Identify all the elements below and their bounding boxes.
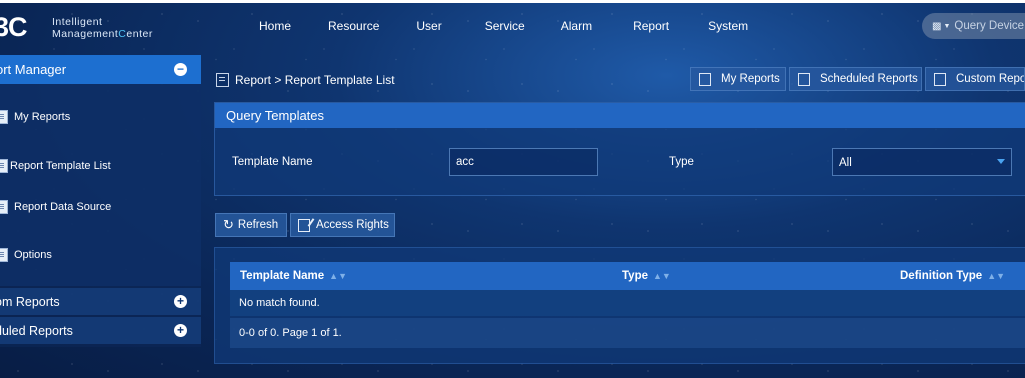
refresh-button[interactable]: ↻ Refresh <box>215 213 287 237</box>
sidebar-group-custom-reports[interactable]: om Reports + <box>0 288 201 315</box>
nav-alarm[interactable]: Alarm <box>561 3 592 47</box>
sidebar-item-label: Options <box>14 249 52 261</box>
tab-label: Scheduled Reports <box>820 73 918 85</box>
options-icon <box>0 248 8 262</box>
column-template-name[interactable]: Template Name ▲▼ <box>240 270 347 282</box>
main-nav: Home Resource User Service Alarm Report … <box>242 3 748 47</box>
sidebar-item-label: Report Data Source <box>14 201 112 213</box>
tab-scheduled-reports[interactable]: Scheduled Reports <box>789 67 922 91</box>
report-icon <box>699 72 711 86</box>
column-type[interactable]: Type ▲▼ <box>622 270 671 282</box>
nav-resource[interactable]: Resource <box>328 3 379 47</box>
sidebar-header-label: ort Manager <box>0 62 67 77</box>
sidebar-item-label: Report Template List <box>10 160 111 172</box>
chevron-down-icon: ▼ <box>943 22 951 30</box>
table-footer: 0-0 of 0. Page 1 of 1. <box>230 318 1025 348</box>
empty-message: No match found. <box>239 297 320 309</box>
logo-text: Intelligent ManagementCenter <box>52 16 153 40</box>
panel-title: Query Templates <box>226 108 325 123</box>
tab-label: My Reports <box>721 73 780 85</box>
sidebar-item-report-template-list[interactable]: Report Template List <box>0 159 111 173</box>
table-header: Template Name ▲▼ Type ▲▼ Definition Type… <box>230 262 1025 290</box>
sidebar-item-label: My Reports <box>14 111 71 123</box>
nav-report[interactable]: Report <box>633 3 669 47</box>
sort-icon: ▲▼ <box>653 271 671 281</box>
sidebar-group-label: duled Reports <box>0 324 73 338</box>
edit-icon <box>298 218 310 232</box>
panel-header: Query Templates <box>215 103 1025 128</box>
sort-icon: ▲▼ <box>987 271 1006 281</box>
breadcrumb: Report > Report Template List <box>216 73 395 87</box>
pagination-text: 0-0 of 0. Page 1 of 1. <box>239 327 342 339</box>
access-rights-label: Access Rights <box>316 219 389 231</box>
nav-home[interactable]: Home <box>259 3 291 47</box>
collapse-icon[interactable]: − <box>174 63 187 76</box>
type-label: Type <box>669 156 694 168</box>
logo-line-2: ManagementCenter <box>52 28 153 40</box>
device-search-icon: ▩ <box>932 20 942 32</box>
column-label: Type <box>622 270 648 282</box>
search-placeholder: Query Device <box>954 20 1025 32</box>
chevron-down-icon <box>997 159 1005 164</box>
schedule-icon <box>798 72 810 86</box>
template-table-panel: Template Name ▲▼ Type ▲▼ Definition Type… <box>214 247 1025 364</box>
logo-line-1: Intelligent <box>52 16 103 28</box>
sidebar-item-report-data-source[interactable]: Report Data Source <box>0 200 111 214</box>
data-source-icon <box>0 200 8 214</box>
logo-mark: 3C <box>0 12 28 42</box>
access-rights-button[interactable]: Access Rights <box>290 213 395 237</box>
expand-icon[interactable]: + <box>174 324 187 337</box>
type-select[interactable]: All <box>832 148 1012 176</box>
sort-icon: ▲▼ <box>329 271 347 281</box>
top-bar: 3C Intelligent ManagementCenter Home Res… <box>0 3 1025 47</box>
sidebar-header[interactable]: ort Manager − <box>0 55 201 84</box>
template-name-input[interactable] <box>449 148 598 176</box>
sidebar: ort Manager − My Reports Report Template… <box>0 55 201 347</box>
template-list-icon <box>0 159 8 173</box>
refresh-icon: ↻ <box>223 217 234 232</box>
nav-system[interactable]: System <box>708 3 748 47</box>
tab-my-reports[interactable]: My Reports <box>690 67 786 91</box>
expand-icon[interactable]: + <box>174 295 187 308</box>
breadcrumb-text: Report > Report Template List <box>235 73 395 87</box>
refresh-label: Refresh <box>237 219 279 231</box>
custom-report-icon <box>934 72 946 86</box>
query-device-search[interactable]: ▩ ▼ Query Device <box>922 13 1025 39</box>
report-icon <box>0 110 8 124</box>
template-name-label: Template Name <box>232 156 313 168</box>
sidebar-group-scheduled-reports[interactable]: duled Reports + <box>0 317 201 344</box>
sidebar-group-label: om Reports <box>0 295 60 309</box>
report-icon <box>216 73 229 87</box>
column-definition-type[interactable]: Definition Type ▲▼ <box>900 270 1005 282</box>
sidebar-item-options[interactable]: Options <box>0 248 52 262</box>
sidebar-item-my-reports[interactable]: My Reports <box>0 110 70 124</box>
type-select-value: All <box>839 157 852 169</box>
query-templates-panel: Query Templates Template Name Type All <box>214 102 1025 196</box>
sidebar-items: My Reports Report Template List Report D… <box>0 84 201 286</box>
nav-user[interactable]: User <box>416 3 441 47</box>
nav-service[interactable]: Service <box>485 3 525 47</box>
column-label: Template Name <box>240 270 325 282</box>
column-label: Definition Type <box>900 270 983 282</box>
table-row: No match found. <box>230 290 1025 316</box>
tab-custom-reports[interactable]: Custom Repo <box>925 67 1025 91</box>
tab-label: Custom Repo <box>956 73 1025 85</box>
